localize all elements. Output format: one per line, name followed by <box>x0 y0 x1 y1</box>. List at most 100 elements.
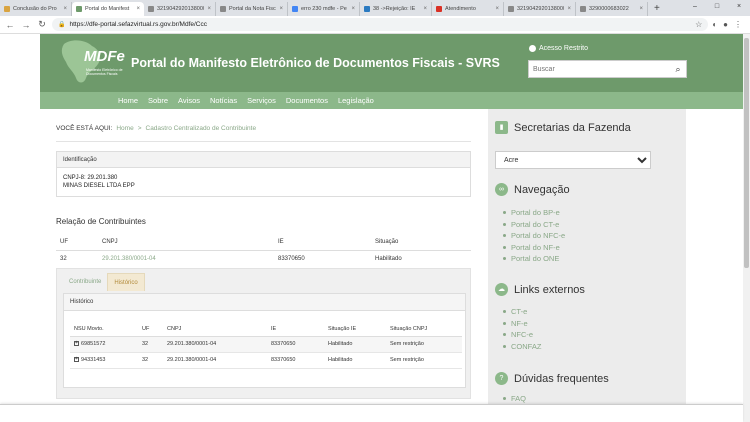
table-row[interactable]: +94331453 32 29.201.380/0001-04 83370650… <box>70 352 462 369</box>
close-icon[interactable]: × <box>63 6 67 12</box>
browser-tab[interactable]: Portal da Nota Fisc × <box>216 2 288 16</box>
tab-favicon-icon <box>508 6 514 12</box>
url-bar[interactable]: 🔒 https://dfe-portal.sefazvirtual.rs.gov… <box>52 18 709 31</box>
tab-contribuinte[interactable]: Contribuinte <box>63 273 107 291</box>
close-icon[interactable]: × <box>423 6 427 12</box>
back-icon[interactable]: ← <box>4 20 16 30</box>
cell-cnpj-link[interactable]: 29.201.380/0001-04 <box>98 250 274 267</box>
scrollbar-thumb[interactable] <box>744 38 749 268</box>
browser-tab[interactable]: Conclusão do Pro × <box>0 2 72 16</box>
browser-tab[interactable]: 38 ->Rejeição: IE × <box>360 2 432 16</box>
relacao-table: UF CNPJ IE Situação 32 29.201.380/0001-0… <box>56 234 471 267</box>
table-row[interactable]: 32 29.201.380/0001-04 83370650 Habilitad… <box>56 250 471 267</box>
minimize-icon[interactable]: – <box>684 0 706 14</box>
search-icon[interactable]: ⌕ <box>670 64 686 75</box>
tab-favicon-icon <box>148 6 154 12</box>
tab-label: 3219042920138000 <box>517 6 565 12</box>
browser-tab[interactable]: Portal do Manifest × <box>72 2 144 16</box>
forward-icon[interactable]: → <box>20 20 32 30</box>
links-list: CT-e NF-e NFC-e CONFAZ <box>503 306 541 352</box>
close-icon[interactable]: × <box>728 0 750 14</box>
links-title: Links externos <box>514 283 585 296</box>
bookmark-star-icon[interactable]: ☆ <box>695 20 702 29</box>
duvidas-heading: ? Dúvidas frequentes <box>495 372 609 385</box>
list-item[interactable]: Portal do NFC-e <box>503 230 565 242</box>
breadcrumb-home[interactable]: Home <box>116 125 133 132</box>
list-item[interactable]: Portal do ONE <box>503 253 565 265</box>
mdfe-logo[interactable]: MDFe Manifesto Eletrônico de Documentos … <box>58 38 125 88</box>
list-item[interactable]: NF-e <box>503 318 541 330</box>
breadcrumb-current[interactable]: Cadastro Centralizado de Contribuinte <box>146 125 257 132</box>
acesso-restrito-link[interactable]: Acesso Restrito <box>529 45 588 52</box>
close-icon[interactable]: × <box>495 6 499 12</box>
browser-tab[interactable]: 3290000683022 × <box>576 2 648 16</box>
close-icon[interactable]: × <box>639 6 643 12</box>
col-uf: UF <box>138 322 163 337</box>
menu-icon[interactable]: ⋮ <box>734 20 742 29</box>
cell-ie: 83370650 <box>267 336 324 353</box>
search-input[interactable] <box>529 65 670 73</box>
portal-title: Portal do Manifesto Eletrônico de Docume… <box>131 56 500 70</box>
tab-label: 3219042920138000 <box>157 6 205 12</box>
navegacao-list: Portal do BP-e Portal do CT-e Portal do … <box>503 207 565 265</box>
logo-subtext: Manifesto Eletrônico de Documentos Fisca… <box>86 68 123 76</box>
new-tab-button[interactable]: + <box>648 2 666 16</box>
tab-label: Atendimento <box>445 6 476 12</box>
cell-nsu: +69851572 <box>70 336 138 353</box>
scrollbar[interactable] <box>743 34 750 422</box>
list-item[interactable]: NFC-e <box>503 329 541 341</box>
breadcrumb-separator: > <box>137 125 142 132</box>
browser-tab[interactable]: 3219042920138000 × <box>144 2 216 16</box>
extension-icon[interactable]: ◐ <box>712 20 717 29</box>
nav-sobre[interactable]: Sobre <box>148 96 168 105</box>
list-item[interactable]: Portal do BP-e <box>503 207 565 219</box>
nsu-value: 69851572 <box>81 341 106 347</box>
tab-label: 3290000683022 <box>589 6 629 12</box>
cell-situacao-cnpj: Sem restrição <box>386 336 462 353</box>
col-situacao-ie: Situação IE <box>324 322 386 337</box>
nav-avisos[interactable]: Avisos <box>178 96 200 105</box>
cell-ie: 83370650 <box>278 255 305 262</box>
list-item[interactable]: Portal do NF-e <box>503 242 565 254</box>
list-item[interactable]: CONFAZ <box>503 341 541 353</box>
col-situacao-cnpj: Situação CNPJ <box>386 322 462 337</box>
col-cnpj: CNPJ <box>98 234 274 251</box>
relacao-title: Relação de Contribuintes <box>56 217 146 226</box>
acesso-label: Acesso Restrito <box>539 45 589 52</box>
browser-tab[interactable]: erro 230 mdfe - Pe × <box>288 2 360 16</box>
browser-tab[interactable]: Atendimento × <box>432 2 504 16</box>
navegacao-title: Navegação <box>514 183 570 196</box>
navegacao-heading: ∞ Navegação <box>495 183 570 196</box>
list-item[interactable]: CT-e <box>503 306 541 318</box>
expand-icon[interactable]: + <box>74 341 79 347</box>
close-icon[interactable]: × <box>207 6 211 12</box>
nsu-value: 94331453 <box>81 357 106 363</box>
nav-documentos[interactable]: Documentos <box>286 96 328 105</box>
cell-uf: 32 <box>60 255 67 262</box>
duvidas-list: FAQ <box>503 393 526 405</box>
secretaria-select[interactable]: Acre <box>495 151 651 169</box>
close-icon[interactable]: × <box>279 6 283 12</box>
cnpj-value: CNPJ-8: 29.201.380 <box>63 175 118 181</box>
nav-legislacao[interactable]: Legislação <box>338 96 374 105</box>
tab-label: Conclusão do Pro <box>13 6 57 12</box>
table-row[interactable]: +69851572 32 29.201.380/0001-04 83370650… <box>70 336 462 353</box>
close-icon[interactable]: × <box>567 6 571 12</box>
cell-situacao: Habilitado <box>375 255 402 262</box>
list-item[interactable]: Portal do CT-e <box>503 219 565 231</box>
browser-tab[interactable]: 3219042920138000 × <box>504 2 576 16</box>
list-item[interactable]: FAQ <box>503 393 526 405</box>
close-icon[interactable]: × <box>136 6 140 12</box>
close-icon[interactable]: × <box>351 6 355 12</box>
nav-home[interactable]: Home <box>118 96 138 105</box>
expand-icon[interactable]: + <box>74 357 79 363</box>
secretarias-heading: ▮ Secretarias da Fazenda <box>495 121 631 134</box>
url-text: https://dfe-portal.sefazvirtual.rs.gov.b… <box>69 21 207 28</box>
reload-icon[interactable]: ↻ <box>36 19 48 30</box>
identificacao-panel: Identificação CNPJ-8: 29.201.380 MINAS D… <box>56 151 471 197</box>
maximize-icon[interactable]: □ <box>706 0 728 14</box>
nav-noticias[interactable]: Notícias <box>210 96 237 105</box>
profile-icon[interactable]: ● <box>723 20 728 29</box>
nav-servicos[interactable]: Serviços <box>247 96 276 105</box>
tab-historico[interactable]: Histórico <box>107 273 145 291</box>
